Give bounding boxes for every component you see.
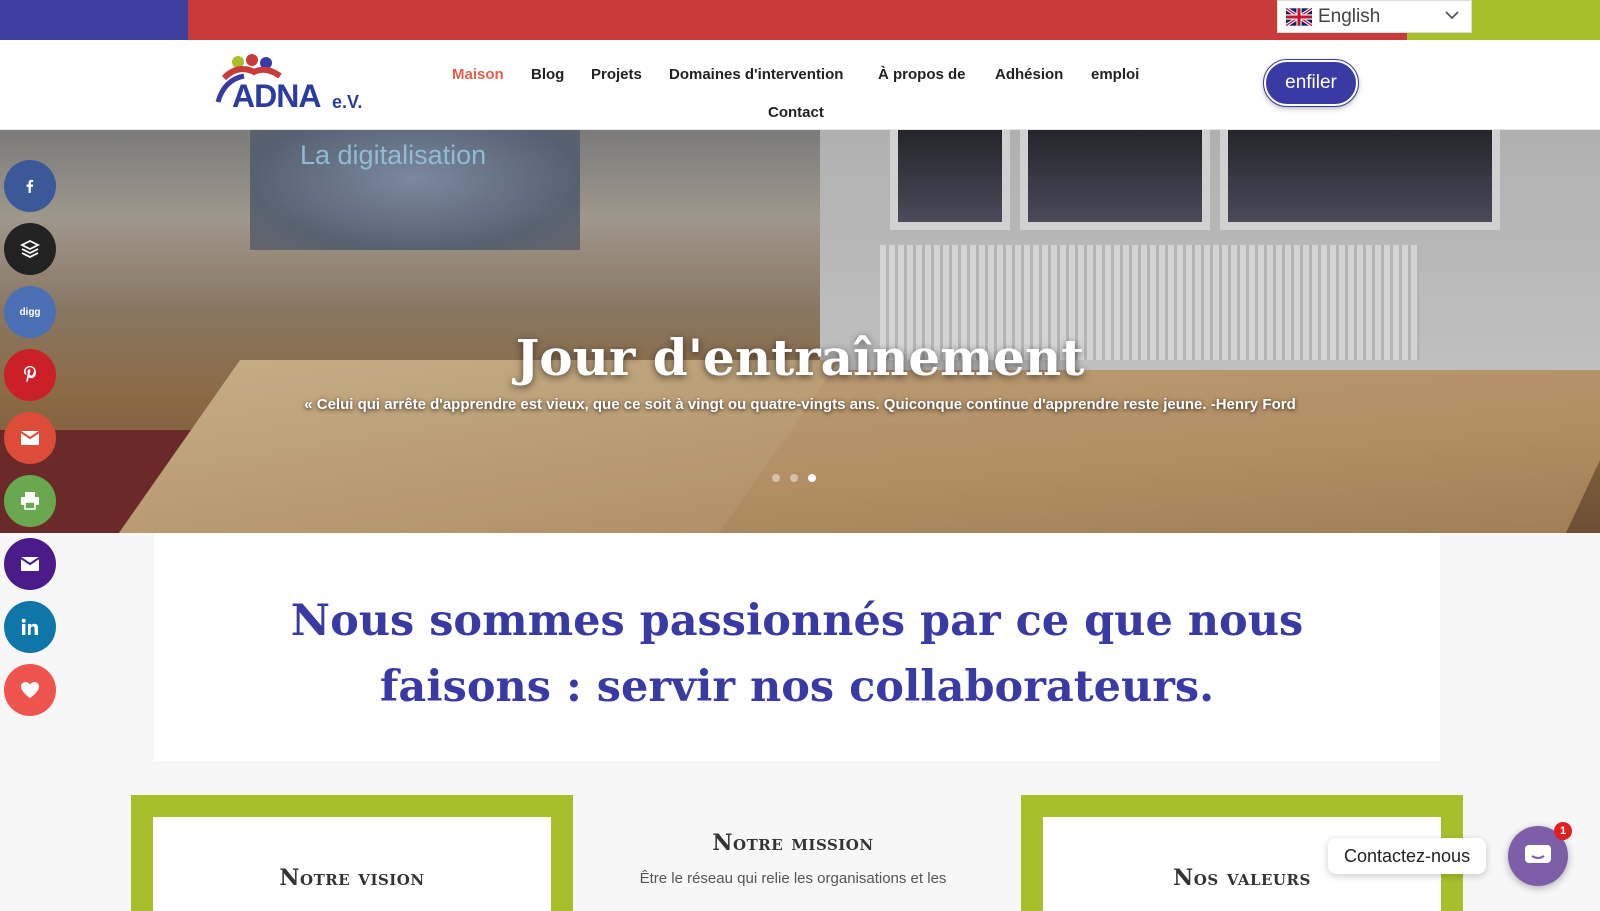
- nav-item-maison[interactable]: Maison: [452, 66, 504, 83]
- hero-title: Jour d'entraînement: [515, 328, 1085, 387]
- slider-dot-1[interactable]: [772, 474, 780, 482]
- nav-item-domaines[interactable]: Domaines d'intervention: [669, 66, 843, 83]
- top-bar: English: [0, 0, 1600, 40]
- language-selector[interactable]: English: [1277, 0, 1472, 33]
- mission-panel: Nous sommes passionnés par ce que nous f…: [154, 533, 1440, 761]
- uk-flag-icon: [1286, 7, 1312, 26]
- slider-dot-3[interactable]: [808, 474, 816, 482]
- heart-icon: [21, 682, 39, 698]
- facebook-icon: [26, 179, 34, 193]
- chat-icon: [1525, 845, 1551, 863]
- chat-badge: 1: [1554, 822, 1572, 840]
- mission-line-1: Nous sommes passionnés par ce que nous: [290, 596, 1304, 646]
- mission-statement: Nous sommes passionnés par ce que nous f…: [154, 588, 1440, 720]
- share-pinterest-button[interactable]: [4, 349, 56, 401]
- share-print-button[interactable]: [4, 475, 56, 527]
- share-buffer-button[interactable]: [4, 223, 56, 275]
- nav-item-a-propos[interactable]: À propos de: [878, 66, 966, 83]
- hero-slider: La digitalisation Jour d'entraînement « …: [0, 130, 1600, 533]
- chevron-down-icon: [1445, 11, 1459, 20]
- nav-item-blog[interactable]: Blog: [531, 66, 564, 83]
- language-label: English: [1318, 5, 1381, 27]
- mail-icon: [21, 431, 39, 445]
- buffer-icon: [20, 239, 40, 259]
- logo-text: ADNA: [232, 78, 321, 114]
- card-mission-text: Être le réseau qui relie les organisatio…: [639, 870, 947, 887]
- pinterest-icon: [24, 366, 36, 383]
- logo-suffix: e.V.: [332, 92, 363, 112]
- print-icon: [21, 492, 39, 510]
- linkedin-icon: [21, 618, 38, 635]
- nav-item-adhesion[interactable]: Adhésion: [995, 66, 1063, 83]
- card-vision-inner: Notre vision: [153, 817, 551, 911]
- card-mission-title: Notre mission: [712, 830, 874, 856]
- mission-line-2: faisons : servir nos collaborateurs.: [379, 662, 1215, 712]
- share-digg-button[interactable]: digg: [4, 286, 56, 338]
- slider-dot-2[interactable]: [790, 474, 798, 482]
- card-vision-title: Notre vision: [279, 865, 425, 891]
- card-vision: Notre vision: [131, 795, 573, 911]
- hero-subtitle: « Celui qui arrête d'apprendre est vieux…: [304, 396, 1296, 413]
- chat-label[interactable]: Contactez-nous: [1328, 838, 1487, 874]
- share-favorite-button[interactable]: [4, 664, 56, 716]
- share-facebook-button[interactable]: [4, 160, 56, 212]
- site-header: ADNA e.V. Maison Blog Projets Domaines d…: [0, 40, 1600, 130]
- join-button[interactable]: enfiler: [1263, 59, 1359, 107]
- top-bar-blue-segment: [0, 0, 188, 40]
- share-linkedin-button[interactable]: [4, 601, 56, 653]
- nav-item-emploi[interactable]: emploi: [1091, 66, 1139, 83]
- site-logo[interactable]: ADNA e.V.: [214, 50, 374, 114]
- share-gmail-button[interactable]: [4, 412, 56, 464]
- digg-icon: digg: [19, 306, 41, 318]
- slider-dots: [772, 474, 816, 482]
- nav-item-projets[interactable]: Projets: [591, 66, 642, 83]
- nav-item-contact[interactable]: Contact: [768, 104, 824, 121]
- envelope-icon: [21, 557, 39, 571]
- share-email-button[interactable]: [4, 538, 56, 590]
